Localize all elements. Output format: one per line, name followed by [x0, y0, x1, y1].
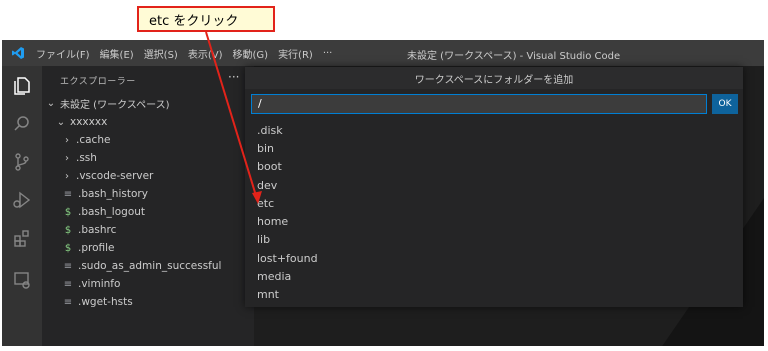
run-debug-icon[interactable]	[10, 188, 34, 212]
tree-item-wget-hsts[interactable]: ≡ .wget-hsts	[62, 293, 133, 311]
tree-item-label: .bash_logout	[78, 206, 146, 218]
activity-bar	[2, 66, 42, 346]
workspace-name: 未設定 (ワークスペース)	[60, 99, 170, 111]
menu-more[interactable]: ···	[323, 48, 333, 59]
tree-item-bash-logout[interactable]: $ .bash_logout	[62, 203, 145, 221]
tree-item-label: .sudo_as_admin_successful	[78, 260, 222, 272]
tree-item-label: .vscode-server	[76, 170, 154, 182]
window-title: 未設定 (ワークスペース) - Visual Studio Code	[407, 51, 621, 62]
add-folder-quick-pick: ワークスペースにフォルダーを追加 / OK .disk bin boot dev…	[245, 67, 743, 307]
shell-file-icon: $	[64, 242, 72, 254]
folder-item-dev[interactable]: dev	[245, 176, 743, 194]
explorer-sidebar: エクスプローラー ··· ⌄ 未設定 (ワークスペース) ⌄ xxxxxx › …	[42, 66, 254, 346]
text-file-icon: ≡	[63, 278, 73, 290]
tree-item-bash-history[interactable]: ≡ .bash_history	[62, 185, 148, 203]
explorer-title: エクスプローラー	[60, 77, 136, 87]
chevron-right-icon: ›	[65, 152, 69, 164]
search-icon[interactable]	[10, 112, 34, 136]
tree-item-viminfo[interactable]: ≡ .viminfo	[62, 275, 121, 293]
folder-item-mnt[interactable]: mnt	[245, 286, 743, 304]
explorer-icon[interactable]	[10, 74, 34, 98]
folder-item-lost-found[interactable]: lost+found	[245, 249, 743, 267]
tree-item-label: .ssh	[76, 152, 97, 164]
folder-item-home[interactable]: home	[245, 212, 743, 230]
annotation-callout-text: etc をクリック	[149, 13, 239, 29]
explorer-more-button[interactable]: ···	[228, 70, 239, 84]
chevron-down-icon: ⌄	[46, 97, 56, 109]
tree-item-bashrc[interactable]: $ .bashrc	[62, 221, 117, 239]
shell-file-icon: $	[64, 224, 72, 236]
menu-edit[interactable]: 編集(E)	[100, 46, 134, 61]
folder-item-media[interactable]: media	[245, 267, 743, 285]
extensions-icon[interactable]	[10, 226, 34, 250]
text-file-icon: ≡	[63, 296, 73, 308]
shell-file-icon: $	[64, 206, 72, 218]
vscode-window: ファイル(F) 編集(E) 選択(S) 表示(V) 移動(G) 実行(R) ··…	[2, 40, 764, 346]
chevron-right-icon: ›	[65, 134, 69, 146]
menu-view[interactable]: 表示(V)	[188, 46, 223, 61]
menu-file[interactable]: ファイル(F)	[36, 46, 90, 61]
workspace-header[interactable]: ⌄ 未設定 (ワークスペース)	[46, 94, 170, 112]
tree-item-label: .cache	[76, 134, 111, 146]
menu-go[interactable]: 移動(G)	[233, 46, 269, 61]
tree-item-label: .viminfo	[78, 278, 121, 290]
menu-run[interactable]: 実行(R)	[278, 46, 313, 61]
annotation-callout: etc をクリック	[137, 6, 275, 32]
folder-item-boot[interactable]: boot	[245, 158, 743, 176]
tree-item-label: .bash_history	[78, 188, 148, 200]
text-file-icon: ≡	[63, 188, 73, 200]
source-control-icon[interactable]	[10, 150, 34, 174]
ok-button[interactable]: OK	[712, 94, 738, 114]
text-file-icon: ≡	[63, 260, 73, 272]
root-folder-row[interactable]: ⌄ xxxxxx	[56, 113, 108, 131]
quick-pick-title: ワークスペースにフォルダーを追加	[245, 67, 743, 89]
tree-item-label: .bashrc	[78, 224, 117, 236]
folder-list: .disk bin boot dev etc home lib lost+fou…	[245, 121, 743, 304]
title-bar: ファイル(F) 編集(E) 選択(S) 表示(V) 移動(G) 実行(R) ··…	[2, 40, 764, 66]
folder-item-lib[interactable]: lib	[245, 231, 743, 249]
folder-item-disk[interactable]: .disk	[245, 121, 743, 139]
chevron-right-icon: ›	[65, 170, 69, 182]
tree-item-vscode-server[interactable]: › .vscode-server	[62, 167, 153, 185]
remote-explorer-icon[interactable]	[10, 268, 34, 292]
tree-item-label: .wget-hsts	[78, 296, 133, 308]
chevron-down-icon: ⌄	[56, 116, 66, 128]
tree-item-profile[interactable]: $ .profile	[62, 239, 115, 257]
tree-item-cache[interactable]: › .cache	[62, 131, 110, 149]
folder-item-bin[interactable]: bin	[245, 139, 743, 157]
folder-path-input[interactable]: /	[251, 94, 707, 114]
vscode-logo-icon	[10, 45, 26, 61]
folder-item-etc[interactable]: etc	[245, 194, 743, 212]
tree-item-label: .profile	[78, 242, 115, 254]
tree-item-sudo-as-admin[interactable]: ≡ .sudo_as_admin_successful	[62, 257, 222, 275]
menu-selection[interactable]: 選択(S)	[144, 46, 178, 61]
tree-item-ssh[interactable]: › .ssh	[62, 149, 97, 167]
root-folder-name: xxxxxx	[70, 116, 108, 128]
